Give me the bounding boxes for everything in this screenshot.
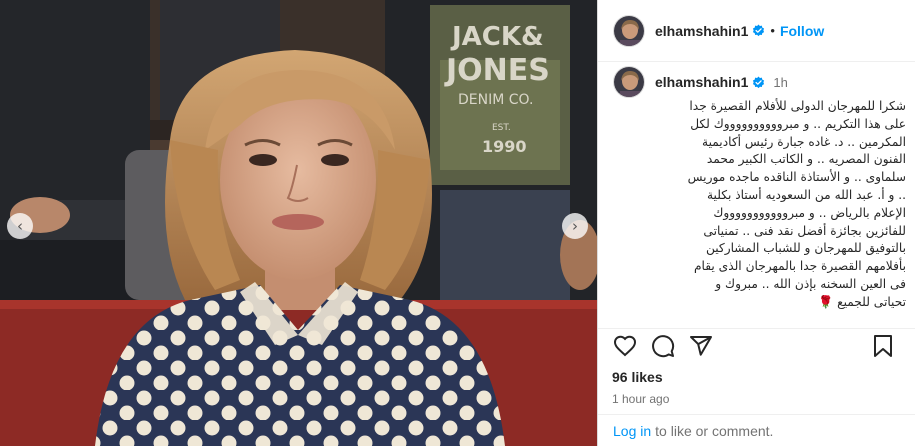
login-prompt: Log in to like or comment. xyxy=(598,414,915,446)
caption-line: للفائزين بجائزة أفضل نقد فنى .. تمنياتى xyxy=(703,223,906,238)
post-photo: JACK& JONES DENIM CO. EST. 1990 xyxy=(0,0,597,446)
bookmark-icon xyxy=(874,335,892,357)
share-button[interactable] xyxy=(688,333,714,359)
login-link[interactable]: Log in xyxy=(613,423,651,439)
caption-text: شكرا للمهرجان الدولى للأفلام القصيرة جدا… xyxy=(613,98,906,312)
caption-block: elhamshahin1 1h شكرا للمهرجان الدولى للأ… xyxy=(613,66,913,309)
shirt-print-text: EST. xyxy=(492,123,511,133)
caption-line: .. و أ. عبد الله من السعوديه أستاذ بكلية xyxy=(707,187,906,202)
caption-line: فى العين السخنه بإذن الله .. مبروك و xyxy=(715,276,906,291)
post-timestamp[interactable]: 1 hour ago xyxy=(612,392,915,406)
caption-line: الإعلام بالرياض .. و مبروووووووووووك xyxy=(713,205,906,220)
post-actions: 96 likes 1 hour ago xyxy=(598,328,915,406)
follow-button[interactable]: Follow xyxy=(780,23,824,39)
separator-dot: • xyxy=(770,23,775,38)
caption-line: المكرمين .. د. غاده جبارة رئيس أكاديمية xyxy=(702,134,906,149)
save-button[interactable] xyxy=(870,333,896,359)
likes-count[interactable]: 96 likes xyxy=(612,369,915,385)
post-side-panel: elhamshahin1 • Follow elhamshahin1 1h شك… xyxy=(597,0,915,446)
shirt-print-text: JACK& xyxy=(450,22,544,52)
caption-line: الفنون المصريه .. و الكاتب الكبير محمد xyxy=(706,152,906,167)
caption-line: شكرا للمهرجان الدولى للأفلام القصيرة جدا xyxy=(689,99,906,113)
share-icon xyxy=(690,336,712,356)
shirt-print-text: JONES xyxy=(444,53,550,88)
avatar[interactable] xyxy=(613,66,645,98)
like-button[interactable] xyxy=(612,333,638,359)
verified-badge-icon xyxy=(752,24,765,37)
chevron-left-icon: ‹ xyxy=(17,216,23,235)
comment-button[interactable] xyxy=(650,333,676,359)
post-header: elhamshahin1 • Follow xyxy=(598,0,915,62)
post-media[interactable]: JACK& JONES DENIM CO. EST. 1990 ‹ › xyxy=(0,0,597,446)
shirt-print-text: DENIM CO. xyxy=(458,92,533,108)
carousel-next-button[interactable]: › xyxy=(562,213,588,239)
heart-icon xyxy=(613,335,637,357)
caption-line: بالتوفيق للمهرجان و للشباب المشاركين xyxy=(705,241,906,256)
avatar[interactable] xyxy=(613,14,645,47)
caption-line: على هذا التكريم .. و مبرووووووووووك لكل xyxy=(690,116,906,131)
carousel-prev-button[interactable]: ‹ xyxy=(7,213,33,239)
login-prompt-text: to like or comment. xyxy=(655,422,774,439)
caption-username-link[interactable]: elhamshahin1 xyxy=(655,74,748,90)
chevron-right-icon: › xyxy=(572,216,578,235)
verified-badge-icon xyxy=(752,76,765,89)
username-link[interactable]: elhamshahin1 xyxy=(655,23,748,39)
caption-line: سلماوى .. و الأستاذة الناقده ماجده موريس xyxy=(687,170,906,185)
caption-line: بأفلامهم القصيرة جدا بالمهرجان الذى يقام xyxy=(693,259,906,274)
caption-timestamp: 1h xyxy=(773,74,788,90)
shirt-print-text: 1990 xyxy=(482,137,527,156)
comment-icon xyxy=(652,335,675,358)
caption-line: تحياتى للجميع 🌹 xyxy=(818,294,906,309)
